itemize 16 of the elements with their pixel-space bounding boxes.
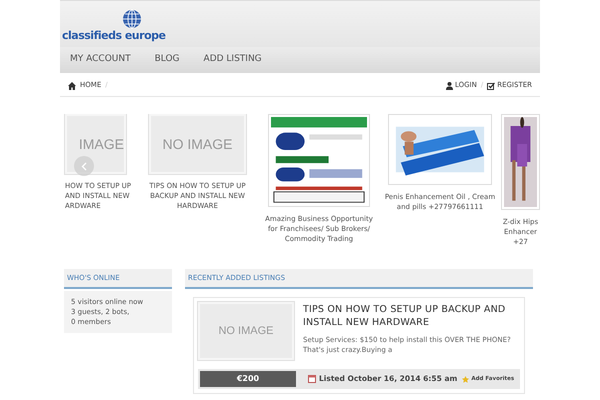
checkbox-icon — [487, 82, 496, 90]
user-icon — [446, 82, 453, 90]
globe-icon — [122, 9, 142, 29]
nav-link[interactable]: BLOG — [154, 53, 180, 67]
placeholder-text: NO IMAGE — [162, 137, 232, 151]
logo-text[interactable]: classifieds europe — [62, 30, 166, 41]
star-icon — [462, 376, 470, 382]
nav-link[interactable]: ADD LISTING — [204, 53, 262, 67]
nav-link[interactable]: MY ACCOUNT — [70, 53, 131, 67]
placeholder-text: NO IMAGE — [218, 324, 274, 339]
price-tag: €200 — [200, 371, 296, 387]
chevron-left-icon — [81, 162, 87, 170]
calendar-icon — [308, 375, 316, 383]
placeholder-text: IMAGE — [78, 137, 124, 151]
listing-title[interactable]: TIPS ON HOW TO SETUP UP BACKUP AND INSTALL NEW HARDWARE — [303, 303, 520, 329]
home-icon — [68, 82, 76, 90]
